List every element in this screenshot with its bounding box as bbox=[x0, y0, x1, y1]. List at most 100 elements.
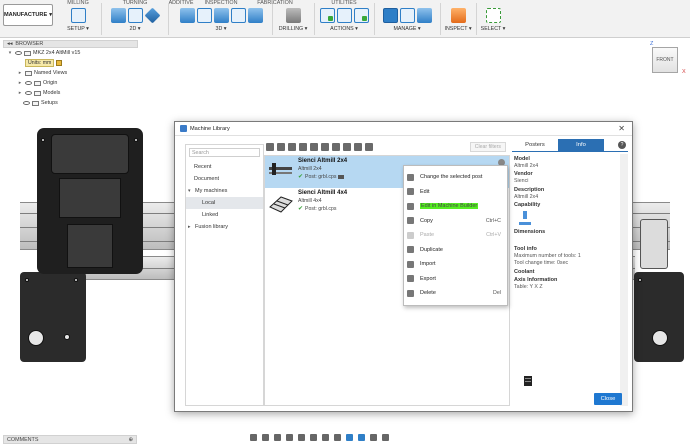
import-icon[interactable] bbox=[310, 143, 318, 151]
simulation-icon[interactable] bbox=[346, 434, 353, 441]
collapse-icon[interactable]: ◂◂ bbox=[7, 41, 12, 47]
menu-export[interactable]: Export bbox=[404, 272, 507, 287]
tree-root[interactable]: ▾ MKZ 2x4 AltMill v15 bbox=[3, 48, 138, 58]
template-library-icon[interactable] bbox=[416, 8, 432, 23]
change-post-icon[interactable] bbox=[299, 143, 307, 151]
edit-icon[interactable] bbox=[277, 143, 285, 151]
visibility-eye-icon[interactable] bbox=[25, 81, 32, 85]
nav-document[interactable]: Document bbox=[186, 173, 263, 185]
grid-icon[interactable] bbox=[322, 434, 329, 441]
visibility-eye-icon[interactable] bbox=[25, 91, 32, 95]
paste-icon[interactable] bbox=[332, 143, 340, 151]
visibility-eye-icon[interactable] bbox=[15, 51, 22, 55]
menu-edit[interactable]: Edit bbox=[404, 185, 507, 200]
tab-utilities[interactable]: UTILITIES bbox=[316, 0, 372, 6]
toolpath-icon[interactable] bbox=[358, 434, 365, 441]
look-at-icon[interactable] bbox=[262, 434, 269, 441]
viewports-icon[interactable] bbox=[334, 434, 341, 441]
2d-pocket-icon[interactable] bbox=[127, 8, 143, 23]
setup-icon[interactable] bbox=[70, 8, 86, 23]
visibility-eye-icon[interactable] bbox=[23, 101, 30, 105]
pocket-icon[interactable] bbox=[196, 8, 212, 23]
add-comment-icon[interactable]: ⊕ bbox=[128, 437, 133, 443]
menu-edit-machine-builder[interactable]: Edit in Machine Builder bbox=[404, 199, 507, 214]
menu-duplicate[interactable]: Duplicate bbox=[404, 243, 507, 258]
menu-copy[interactable]: Copy Ctrl+C bbox=[404, 214, 507, 229]
scallop-icon[interactable] bbox=[247, 8, 263, 23]
nav-linked[interactable]: Linked bbox=[186, 209, 263, 221]
drill-icon[interactable] bbox=[285, 8, 301, 23]
nav-my-machines[interactable]: ▾ My machines bbox=[186, 185, 263, 197]
menu-change-post[interactable]: Change the selected post bbox=[404, 170, 507, 185]
tab-inspection[interactable]: INSPECTION bbox=[196, 0, 246, 6]
builder-icon[interactable] bbox=[288, 143, 296, 151]
export-icon[interactable] bbox=[354, 143, 362, 151]
workspace-switcher[interactable]: MANUFACTURE ▾ bbox=[3, 4, 53, 26]
view-cube[interactable]: FRONT bbox=[652, 47, 678, 73]
face-icon[interactable] bbox=[144, 7, 160, 24]
pan-icon[interactable] bbox=[274, 434, 281, 441]
tree-setups[interactable]: Setups bbox=[3, 98, 138, 108]
inspect-menu[interactable]: INSPECT ▾ bbox=[442, 26, 474, 32]
nav-fusion-library[interactable]: ▸ Fusion library bbox=[186, 221, 263, 233]
tree-named-views[interactable]: ▸ Named Views bbox=[3, 68, 138, 78]
expand-icon[interactable]: ▸ bbox=[17, 80, 23, 86]
menu-delete[interactable]: Delete Del bbox=[404, 286, 507, 301]
post-process-icon[interactable] bbox=[336, 8, 352, 23]
steep-shallow-icon[interactable] bbox=[213, 8, 229, 23]
comments-panel[interactable]: COMMENTS ⊕ bbox=[3, 435, 137, 444]
expand-icon[interactable]: ▾ bbox=[7, 50, 13, 56]
zoom-icon[interactable] bbox=[286, 434, 293, 441]
close-button[interactable]: Close bbox=[594, 393, 622, 405]
tab-turning[interactable]: TURNING bbox=[104, 0, 166, 6]
tree-units[interactable]: Units: mm bbox=[3, 58, 138, 68]
help-icon[interactable]: ? bbox=[618, 141, 626, 149]
delete-icon[interactable] bbox=[365, 143, 373, 151]
fit-icon[interactable] bbox=[298, 434, 305, 441]
2d-menu[interactable]: 2D ▾ bbox=[104, 26, 166, 32]
display-settings-icon[interactable] bbox=[310, 434, 317, 441]
machine-icon[interactable] bbox=[382, 434, 389, 441]
expand-icon[interactable]: ▸ bbox=[17, 70, 23, 76]
tree-origin[interactable]: ▸ Origin bbox=[3, 78, 138, 88]
nav-recent[interactable]: Recent bbox=[186, 161, 263, 173]
menu-paste[interactable]: Paste Ctrl+V bbox=[404, 228, 507, 243]
select-menu[interactable]: SELECT ▾ bbox=[478, 26, 508, 32]
browser-header[interactable]: ◂◂ BROWSER bbox=[3, 40, 138, 48]
actions-menu[interactable]: ACTIONS ▾ bbox=[316, 26, 372, 32]
tree-models[interactable]: ▸ Models bbox=[3, 88, 138, 98]
nav-local[interactable]: Local bbox=[186, 197, 263, 209]
menu-import[interactable]: Import bbox=[404, 257, 507, 272]
simulate-icon[interactable] bbox=[319, 8, 335, 23]
tool-library-icon[interactable] bbox=[399, 8, 415, 23]
tab-fabrication[interactable]: FABRICATION bbox=[248, 0, 302, 6]
duplicate-icon[interactable] bbox=[343, 143, 351, 151]
3d-menu[interactable]: 3D ▾ bbox=[172, 26, 270, 32]
clear-filters-button[interactable]: Clear filters bbox=[469, 142, 506, 152]
close-icon[interactable]: ✕ bbox=[618, 124, 625, 133]
tab-milling[interactable]: MILLING bbox=[57, 0, 99, 6]
chevron-down-icon[interactable]: ▾ bbox=[188, 188, 195, 194]
add-icon[interactable] bbox=[266, 143, 274, 151]
select-icon[interactable] bbox=[485, 8, 501, 23]
search-input[interactable]: Search bbox=[189, 148, 260, 157]
orbit-icon[interactable] bbox=[250, 434, 257, 441]
tab-info[interactable]: Info bbox=[558, 139, 604, 151]
scrollbar[interactable] bbox=[620, 154, 628, 406]
manage-menu[interactable]: MANAGE ▾ bbox=[376, 26, 438, 32]
dialog-titlebar[interactable]: Machine Library bbox=[175, 122, 632, 136]
setup-sheet-icon[interactable] bbox=[353, 8, 369, 23]
2d-adaptive-icon[interactable] bbox=[110, 8, 126, 23]
3d-adaptive-icon[interactable] bbox=[179, 8, 195, 23]
expand-icon[interactable]: ▸ bbox=[17, 90, 23, 96]
tab-posters[interactable]: Posters bbox=[512, 139, 558, 151]
machine-library-icon[interactable] bbox=[382, 8, 398, 23]
measure-icon[interactable] bbox=[450, 8, 466, 23]
chevron-right-icon[interactable]: ▸ bbox=[188, 224, 195, 230]
stock-icon[interactable] bbox=[370, 434, 377, 441]
copy-icon[interactable] bbox=[321, 143, 329, 151]
drilling-menu[interactable]: DRILLING ▾ bbox=[274, 26, 312, 32]
contour-icon[interactable] bbox=[230, 8, 246, 23]
setup-menu[interactable]: SETUP ▾ bbox=[57, 26, 99, 32]
edit-units-icon[interactable] bbox=[56, 60, 63, 66]
